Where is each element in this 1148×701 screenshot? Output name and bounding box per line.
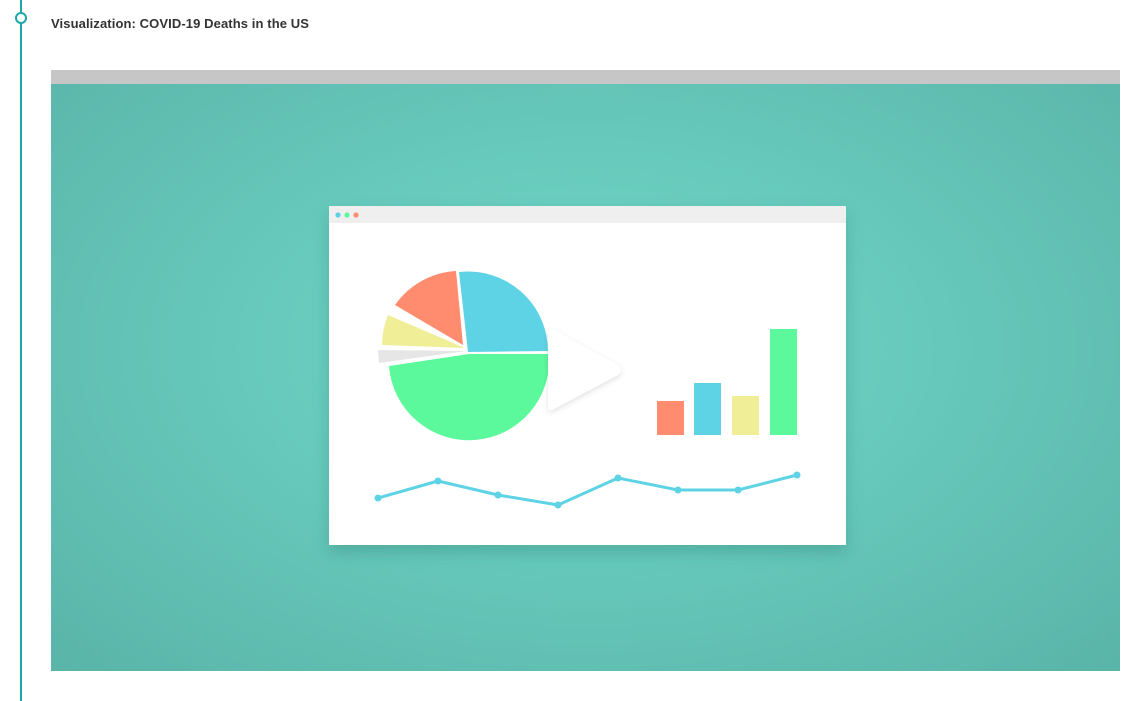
page: Visualization: COVID-19 Deaths in the US	[0, 0, 1148, 701]
section-title: Visualization: COVID-19 Deaths in the US	[51, 16, 310, 31]
window-dot-green	[344, 212, 350, 218]
video-player[interactable]	[51, 70, 1120, 671]
browser-titlebar	[329, 206, 846, 223]
window-dot-orange	[353, 212, 359, 218]
bar-green	[770, 329, 797, 435]
poster-illustration	[329, 206, 846, 545]
timeline-rail-top	[20, 0, 22, 12]
bar-yellow	[732, 396, 759, 435]
timeline-rail	[20, 22, 22, 701]
video-top-bar	[51, 70, 1120, 84]
bar-orange	[657, 401, 684, 435]
video-poster-stage[interactable]	[51, 84, 1120, 671]
window-dot-blue	[335, 212, 341, 218]
bar-blue	[694, 383, 721, 435]
